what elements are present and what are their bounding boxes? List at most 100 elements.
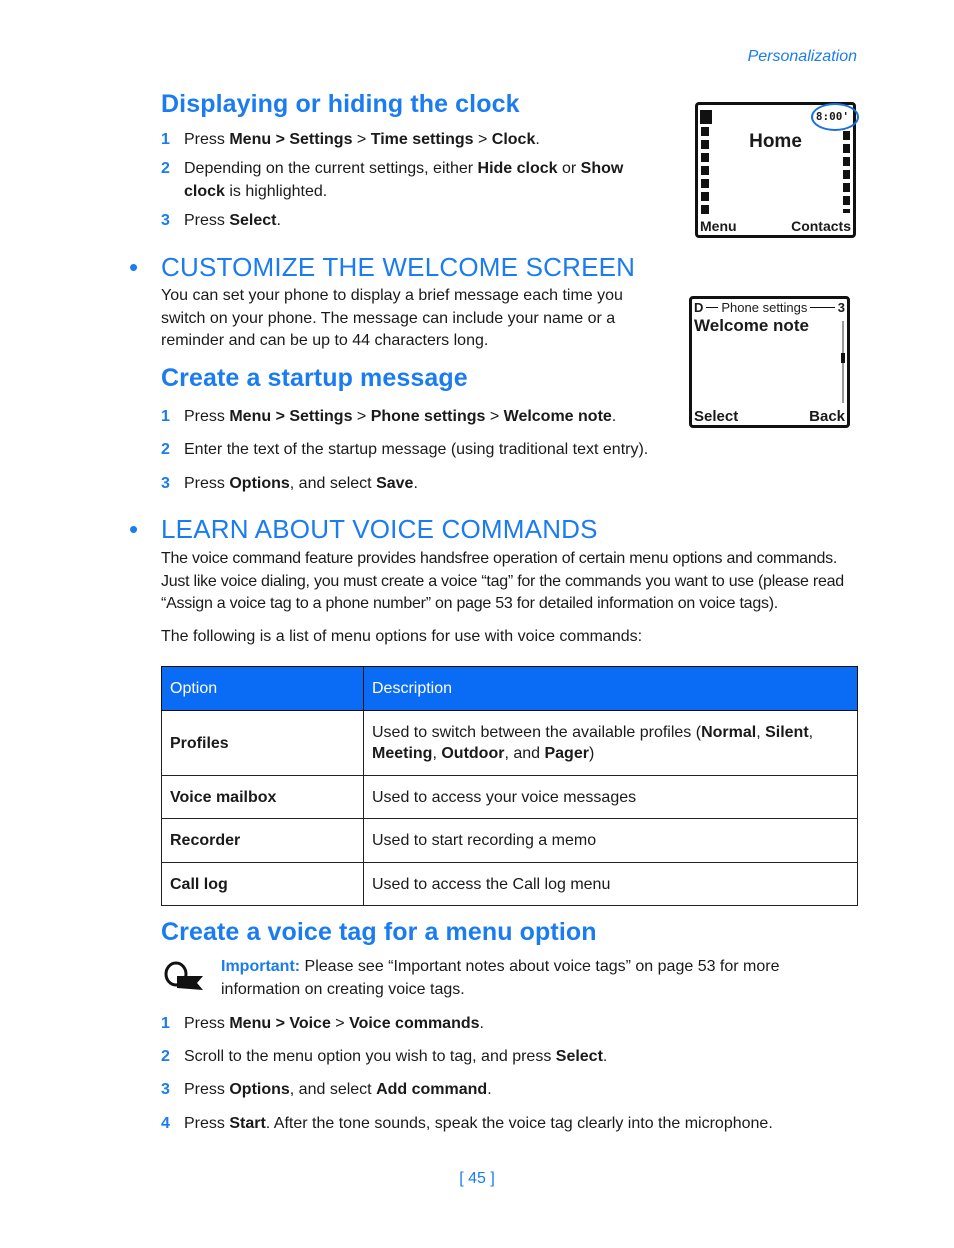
text-run: is highlighted. <box>224 183 328 200</box>
important-note-icon <box>163 960 203 990</box>
screen-item: Welcome note <box>694 316 809 335</box>
welcome-section-title: • CUSTOMIZE THE WELCOME SCREEN <box>129 252 636 283</box>
header-description: Description <box>363 666 858 711</box>
emphasis-text: Welcome note <box>503 408 612 425</box>
text-run: Used to switch between the available pro… <box>372 724 702 741</box>
text-run: , <box>432 745 442 762</box>
emphasis-text: Start <box>229 1115 266 1132</box>
page-number: [ 45 ] <box>459 1170 495 1187</box>
voice-intro: The voice command feature provides hands… <box>161 550 844 612</box>
voice-tag-subtitle: Create a voice tag for a menu option <box>161 918 597 946</box>
option-cell: Profiles <box>161 710 364 776</box>
step-text: Press Menu > Voice > Voice commands. <box>184 1012 484 1035</box>
phone-screen-welcome: D Phone settings 3 Welcome note Select B… <box>689 296 850 428</box>
clock-time: 8:00' <box>815 110 849 123</box>
text-run: Scroll to the menu option you wish to ta… <box>184 1048 556 1065</box>
step-text: Press Start. After the tone sounds, spea… <box>184 1112 773 1135</box>
welcome-intro: You can set your phone to display a brie… <box>161 287 623 349</box>
voice-list-intro: The following is a list of menu options … <box>161 628 643 645</box>
emphasis-text: Options <box>229 475 290 492</box>
header-option: Option <box>161 666 364 711</box>
option-cell: Voice mailbox <box>161 775 364 819</box>
step-number: 2 <box>161 160 170 177</box>
text-run: > <box>352 131 371 148</box>
emphasis-text: Pager <box>544 745 589 762</box>
section-bullet: • <box>129 514 139 544</box>
text-run: Used to access your voice messages <box>372 788 637 806</box>
step-number: 1 <box>161 408 170 425</box>
voice-title-text: LEARN ABOUT VOICE COMMANDS <box>161 514 598 544</box>
text-run: > <box>473 131 492 148</box>
emphasis-text: Normal <box>701 724 757 741</box>
step-number: 3 <box>161 1081 170 1098</box>
welcome-title-text: CUSTOMIZE THE WELCOME SCREEN <box>161 252 636 282</box>
note-label: Important: <box>221 958 301 975</box>
important-note: Important: Please see “Important notes a… <box>221 956 821 1001</box>
step-number: 1 <box>161 1015 170 1032</box>
text-run: , <box>808 724 814 741</box>
emphasis-text: Voice commands <box>349 1015 480 1032</box>
table-row: Profiles Used to switch between the avai… <box>161 710 858 776</box>
emphasis-text: Add command <box>376 1081 488 1098</box>
table-header-row: Option Description <box>161 666 858 711</box>
step-text: Press Options, and select Add command. <box>184 1078 492 1101</box>
emphasis-text: Hide clock <box>477 160 558 177</box>
text-run: Press <box>184 1081 230 1098</box>
screen-menu-name: Phone settings <box>721 300 808 315</box>
screen-title: Home <box>749 131 802 152</box>
emphasis-text: Options <box>229 1081 290 1098</box>
description-cell: Used to access your voice messages <box>363 775 858 819</box>
emphasis-text: Save <box>376 475 414 492</box>
step-number: 3 <box>161 475 170 492</box>
emphasis-text: Silent <box>765 724 809 741</box>
voice-section-title: • LEARN ABOUT VOICE COMMANDS <box>129 514 598 545</box>
soft-key-left: Menu <box>700 218 737 234</box>
screen-menu-header: D Phone settings 3 <box>694 300 845 315</box>
divider <box>706 307 719 308</box>
soft-key-right: Contacts <box>791 218 851 234</box>
text-run: , and select <box>289 475 377 492</box>
text-run: . <box>535 131 540 148</box>
step-text: Press Menu > Settings > Phone settings >… <box>184 405 616 428</box>
text-run: ) <box>588 745 595 762</box>
note-text: Please see “Important notes about voice … <box>221 958 780 998</box>
step-number: 1 <box>161 131 170 148</box>
table-row: Recorder Used to start recording a memo <box>161 818 858 863</box>
step-text: Enter the text of the startup message (u… <box>184 438 648 461</box>
table-row: Voice mailbox Used to access your voice … <box>161 775 858 819</box>
text-run: , and <box>504 745 545 762</box>
text-run: or <box>557 160 581 177</box>
screen-left-num: D <box>694 300 704 315</box>
text-run: > <box>485 408 504 425</box>
option-cell: Call log <box>161 862 364 906</box>
text-run: . <box>611 408 617 425</box>
emphasis-text: Phone settings <box>370 408 486 425</box>
emphasis-text: Menu > Settings <box>229 408 353 425</box>
text-run: . <box>602 1048 608 1065</box>
text-run: . After the tone sounds, speak the voice… <box>265 1115 773 1132</box>
text-run: Used to access the Call log menu <box>372 875 611 893</box>
section-bullet: • <box>129 252 139 282</box>
step-number: 2 <box>161 441 170 458</box>
text-run: . <box>487 1081 492 1098</box>
text-run: Press <box>184 1015 230 1032</box>
soft-key-right: Back <box>809 408 845 425</box>
text-run: Enter the text of the startup message (u… <box>184 441 649 458</box>
emphasis-text: Outdoor <box>441 745 505 762</box>
option-cell: Recorder <box>161 818 364 863</box>
text-run: Press <box>184 1115 230 1132</box>
voice-options-table: Option Description Profiles Used to swit… <box>161 666 858 906</box>
text-run: , and select <box>289 1081 377 1098</box>
emphasis-text: Time settings <box>370 131 474 148</box>
emphasis-text: Clock <box>491 131 536 148</box>
table-row: Call log Used to access the Call log men… <box>161 862 858 906</box>
description-cell: Used to switch between the available pro… <box>363 710 858 776</box>
step-number: 2 <box>161 1048 170 1065</box>
text-run: > <box>352 408 371 425</box>
text-run: . <box>479 1015 484 1032</box>
clock-section-title: Displaying or hiding the clock <box>161 90 520 118</box>
emphasis-text: Menu > Settings <box>229 131 353 148</box>
emphasis-text: Select <box>229 212 277 229</box>
step-text: Depending on the current settings, eithe… <box>184 157 649 203</box>
text-run: , <box>756 724 766 741</box>
